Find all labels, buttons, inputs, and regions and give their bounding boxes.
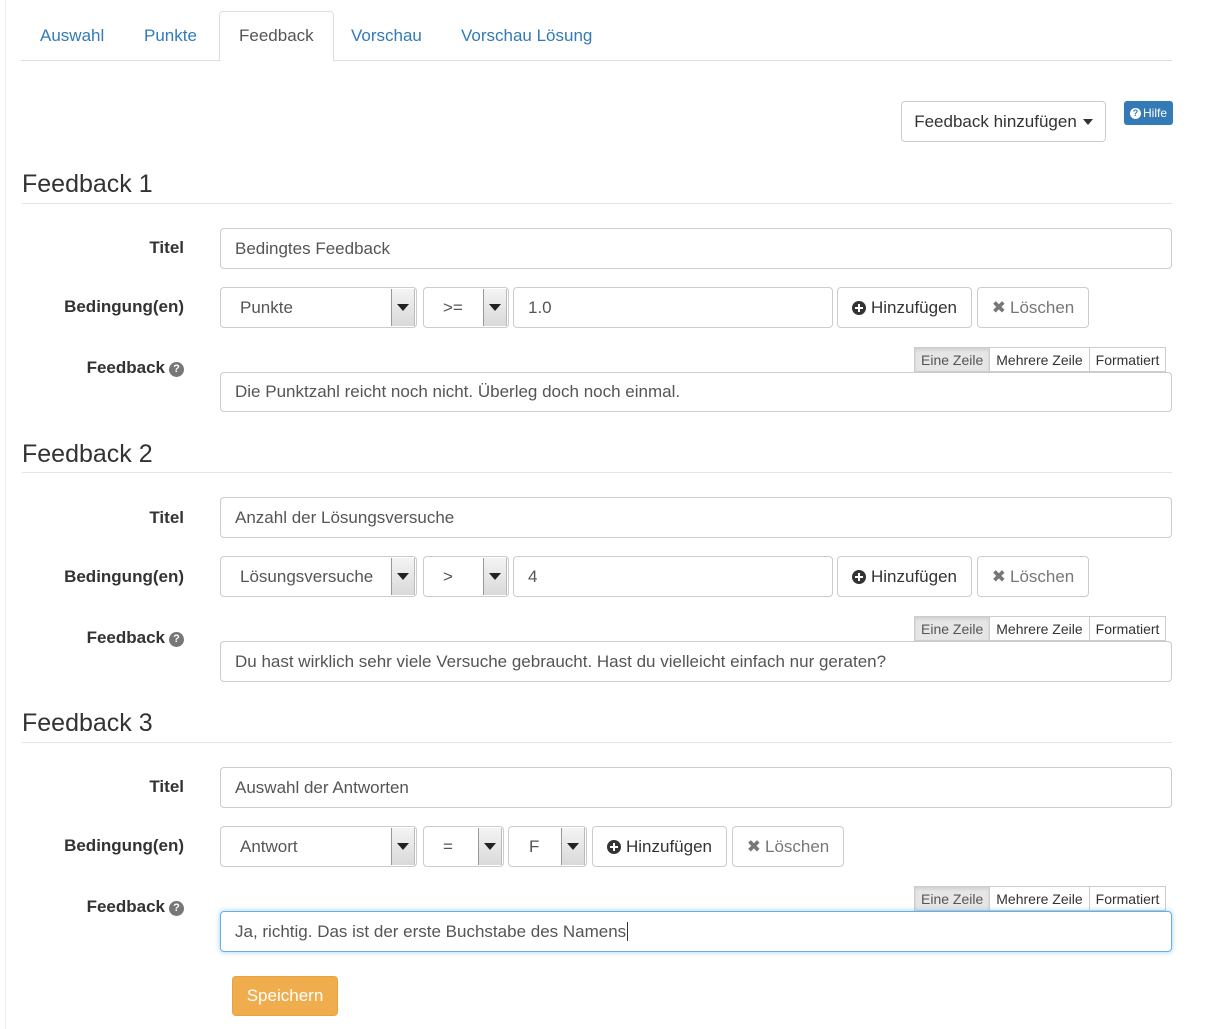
add-condition-button[interactable]: Hinzufügen bbox=[837, 556, 972, 597]
add-condition-button[interactable]: Hinzufügen bbox=[837, 287, 972, 328]
editor-mode-toggle: Eine Zeile Mehrere Zeile Formatiert bbox=[914, 886, 1167, 911]
tab-feedback[interactable]: Feedback bbox=[219, 11, 334, 62]
mode-multi-line[interactable]: Mehrere Zeile bbox=[989, 886, 1090, 911]
help-question-icon[interactable]: ? bbox=[169, 901, 184, 916]
title-label: Titel bbox=[149, 777, 184, 796]
mode-formatted[interactable]: Formatiert bbox=[1088, 616, 1167, 641]
tab-punkte[interactable]: Punkte bbox=[125, 11, 216, 61]
answer-value-select[interactable]: F bbox=[508, 826, 587, 867]
plus-circle-icon bbox=[606, 839, 621, 854]
mode-formatted[interactable]: Formatiert bbox=[1088, 886, 1167, 911]
section-divider bbox=[22, 472, 1172, 473]
add-condition-button[interactable]: Hinzufügen bbox=[592, 826, 727, 867]
condition-value-input[interactable]: 1.0 bbox=[513, 287, 833, 328]
feedback-text-value: Ja, richtig. Das ist der erste Buchstabe… bbox=[235, 921, 627, 941]
delete-condition-button[interactable]: ✖ Löschen bbox=[732, 826, 844, 867]
tab-vorschau-loesung[interactable]: Vorschau Lösung bbox=[442, 11, 611, 61]
mode-multi-line[interactable]: Mehrere Zeile bbox=[989, 616, 1090, 641]
condition-operator-select[interactable]: = bbox=[423, 826, 504, 867]
save-button[interactable]: Speichern bbox=[232, 976, 338, 1016]
mode-multi-line[interactable]: Mehrere Zeile bbox=[989, 347, 1090, 372]
feedback-heading: Feedback 2 bbox=[22, 440, 153, 468]
title-label: Titel bbox=[149, 508, 184, 527]
tab-bar: Auswahl Punkte Feedback Vorschau Vorscha… bbox=[21, 11, 1172, 62]
section-divider bbox=[22, 203, 1172, 204]
add-feedback-label: Feedback hinzufügen bbox=[914, 111, 1077, 131]
text-cursor bbox=[627, 922, 629, 941]
mode-single-line[interactable]: Eine Zeile bbox=[914, 616, 991, 641]
feedback-label-text: Feedback bbox=[86, 897, 165, 916]
condition-variable-value: Antwort bbox=[240, 836, 298, 856]
condition-variable-select[interactable]: Antwort bbox=[220, 826, 417, 867]
mode-single-line[interactable]: Eine Zeile bbox=[914, 347, 991, 372]
editor-mode-toggle: Eine Zeile Mehrere Zeile Formatiert bbox=[914, 616, 1167, 641]
feedback-heading: Feedback 1 bbox=[22, 170, 153, 198]
answer-value: F bbox=[529, 836, 540, 856]
title-input[interactable]: Auswahl der Antworten bbox=[220, 767, 1172, 808]
add-label: Hinzufügen bbox=[870, 297, 957, 317]
title-input[interactable]: Bedingtes Feedback bbox=[220, 228, 1172, 269]
feedback-text-input[interactable]: Du hast wirklich sehr viele Versuche geb… bbox=[220, 641, 1172, 682]
dropdown-arrow-icon bbox=[561, 828, 585, 865]
dropdown-arrow-icon bbox=[478, 828, 502, 865]
feedback-label: Feedback? bbox=[0, 628, 184, 648]
condition-operator-select[interactable]: >= bbox=[423, 287, 509, 328]
feedback-label-text: Feedback bbox=[86, 628, 165, 647]
plus-circle-icon bbox=[851, 300, 866, 315]
add-label: Hinzufügen bbox=[625, 836, 712, 856]
title-input[interactable]: Anzahl der Lösungsversuche bbox=[220, 497, 1172, 538]
caret-down-icon bbox=[1082, 118, 1093, 125]
dropdown-arrow-icon bbox=[483, 289, 507, 326]
feedback-heading: Feedback 3 bbox=[22, 709, 153, 737]
dropdown-arrow-icon bbox=[391, 289, 415, 326]
help-question-icon[interactable]: ? bbox=[169, 632, 184, 647]
condition-variable-select[interactable]: Punkte bbox=[220, 287, 417, 328]
conditions-label: Bedingung(en) bbox=[64, 836, 184, 855]
help-question-icon[interactable]: ? bbox=[169, 362, 184, 377]
tab-auswahl[interactable]: Auswahl bbox=[21, 11, 123, 61]
title-label: Titel bbox=[149, 238, 184, 257]
condition-variable-value: Lösungsversuche bbox=[240, 566, 374, 586]
delete-label: Löschen bbox=[1009, 297, 1075, 317]
delete-condition-button[interactable]: ✖ Löschen bbox=[977, 287, 1089, 328]
condition-value-input[interactable]: 4 bbox=[513, 556, 833, 597]
feedback-label: Feedback? bbox=[0, 358, 184, 378]
condition-variable-value: Punkte bbox=[240, 297, 293, 317]
feedback-text-input[interactable]: Ja, richtig. Das ist der erste Buchstabe… bbox=[220, 911, 1172, 952]
condition-operator-select[interactable]: > bbox=[423, 556, 509, 597]
mode-formatted[interactable]: Formatiert bbox=[1088, 347, 1167, 372]
condition-operator-value: >= bbox=[443, 297, 463, 317]
editor-mode-toggle: Eine Zeile Mehrere Zeile Formatiert bbox=[914, 347, 1167, 372]
close-icon: ✖ bbox=[991, 566, 1006, 586]
conditions-label: Bedingung(en) bbox=[64, 297, 184, 316]
condition-operator-value: > bbox=[443, 566, 453, 586]
condition-operator-value: = bbox=[443, 836, 453, 856]
feedback-label: Feedback? bbox=[0, 897, 184, 917]
tab-vorschau[interactable]: Vorschau bbox=[332, 11, 441, 61]
feedback-text-input[interactable]: Die Punktzahl reicht noch nicht. Überleg… bbox=[220, 372, 1172, 412]
feedback-label-text: Feedback bbox=[86, 358, 165, 377]
dropdown-arrow-icon bbox=[391, 828, 415, 865]
close-icon: ✖ bbox=[746, 836, 761, 856]
condition-variable-select[interactable]: Lösungsversuche bbox=[220, 556, 417, 597]
mode-single-line[interactable]: Eine Zeile bbox=[914, 886, 991, 911]
plus-circle-icon bbox=[851, 569, 866, 584]
add-feedback-dropdown-button[interactable]: Feedback hinzufügen bbox=[901, 101, 1106, 142]
delete-condition-button[interactable]: ✖ Löschen bbox=[977, 556, 1089, 597]
conditions-label: Bedingung(en) bbox=[64, 567, 184, 586]
delete-label: Löschen bbox=[764, 836, 830, 856]
question-circle-icon: ? bbox=[1130, 107, 1141, 119]
dropdown-arrow-icon bbox=[391, 558, 415, 595]
section-divider bbox=[22, 742, 1172, 743]
help-label: Hilfe bbox=[1143, 106, 1168, 120]
help-button[interactable]: ? Hilfe bbox=[1124, 101, 1174, 125]
close-icon: ✖ bbox=[991, 297, 1006, 317]
dropdown-arrow-icon bbox=[483, 558, 507, 595]
add-label: Hinzufügen bbox=[870, 566, 957, 586]
delete-label: Löschen bbox=[1009, 566, 1075, 586]
